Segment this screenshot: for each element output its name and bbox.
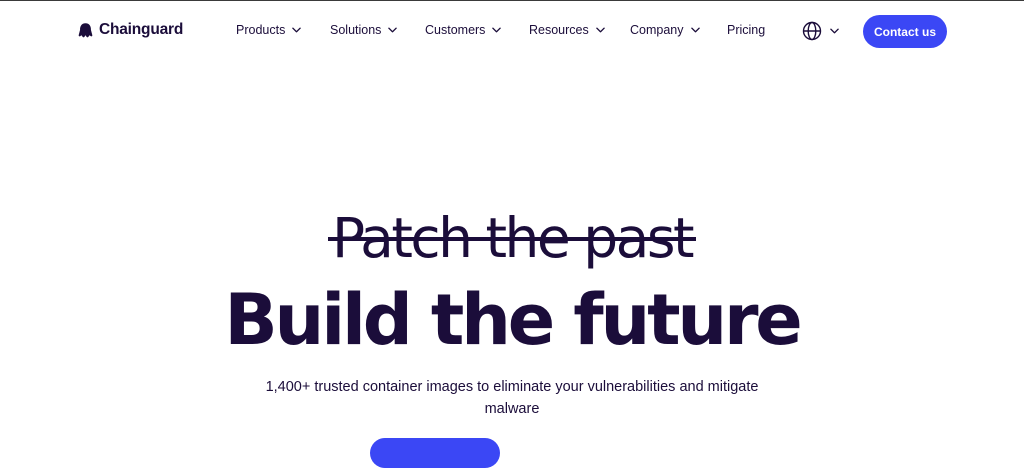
nav-pricing[interactable]: Pricing <box>727 23 765 37</box>
nav-pricing-label: Pricing <box>727 23 766 37</box>
chevron-down-icon <box>595 27 605 33</box>
nav-resources-label: Resources <box>529 23 589 37</box>
chevron-down-icon <box>292 27 302 33</box>
top-navigation: Chainguard Products Solutions Customers … <box>0 0 1024 64</box>
brand-name: Chainguard <box>99 21 184 38</box>
globe-icon <box>802 21 822 41</box>
chainguard-octopus-icon <box>78 22 93 37</box>
chevron-down-icon <box>690 27 700 33</box>
nav-products[interactable]: Products <box>236 23 302 37</box>
hero-title: Build the future <box>224 279 802 361</box>
nav-solutions-label: Solutions <box>330 23 382 37</box>
nav-customers-label: Customers <box>425 23 486 37</box>
struck-text-wrapper: Patch the past <box>327 206 697 270</box>
nav-resources[interactable]: Resources <box>529 23 605 37</box>
strikethrough-line <box>327 237 697 241</box>
contact-us-button[interactable]: Contact us <box>863 15 947 48</box>
chevron-down-icon <box>830 28 839 34</box>
language-selector[interactable] <box>802 21 839 41</box>
chevron-down-icon <box>492 27 502 33</box>
hero-subtitle: 1,400+ trusted container images to elimi… <box>265 379 759 417</box>
hero-struck-heading: Patch the past <box>0 206 1024 270</box>
nav-customers[interactable]: Customers <box>425 23 502 37</box>
chevron-down-icon <box>388 27 398 33</box>
nav-solutions[interactable]: Solutions <box>330 23 398 37</box>
chainguard-logo[interactable]: Chainguard <box>77 21 183 39</box>
nav-company[interactable]: Company <box>630 23 700 37</box>
nav-products-label: Products <box>236 23 286 37</box>
nav-company-label: Company <box>630 23 684 37</box>
